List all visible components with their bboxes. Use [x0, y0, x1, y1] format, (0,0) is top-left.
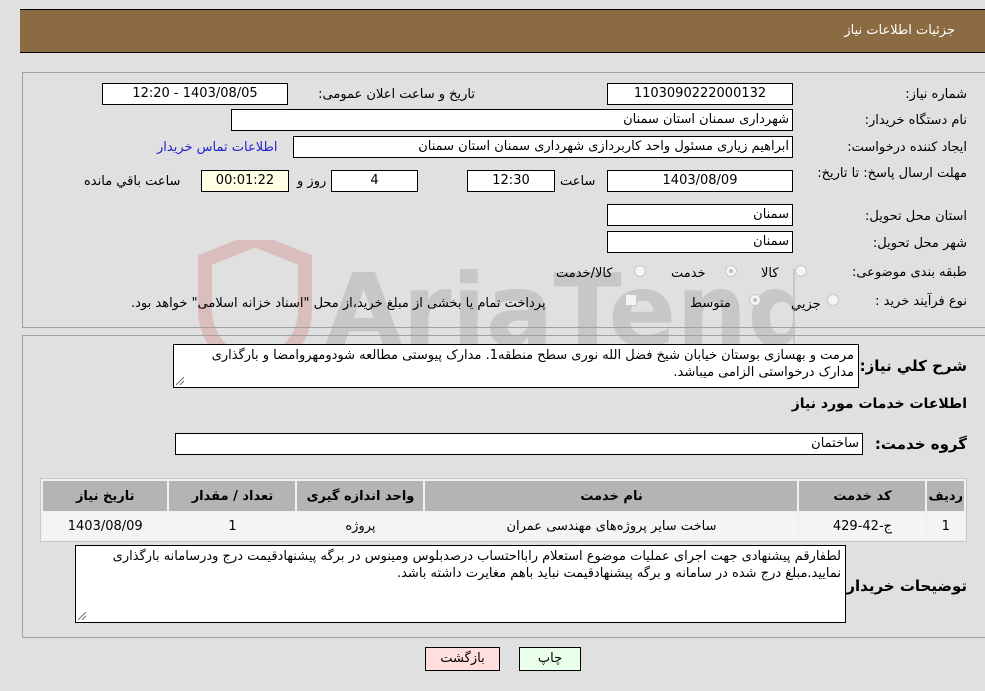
purchase-type-radio-minor[interactable]: [827, 294, 839, 306]
category-option-goods-service: کالا/خدمت: [556, 266, 613, 281]
need-number-field[interactable]: 1103090222000132: [607, 83, 793, 105]
page-header: جزئیات اطلاعات نیاز: [20, 9, 985, 53]
table-header-row: ردیف کد خدمت نام خدمت واحد اندازه گیری ت…: [43, 481, 964, 511]
purchase-type-option-medium: متوسط: [690, 296, 731, 311]
back-button[interactable]: بازگشت: [425, 647, 500, 671]
col-header-service-code: کد خدمت: [799, 481, 926, 511]
print-button[interactable]: چاپ: [519, 647, 581, 671]
buyer-contact-link[interactable]: اطلاعات تماس خریدار: [157, 140, 277, 155]
delivery-province-label: استان محل تحویل:: [865, 209, 967, 224]
col-header-service-name: نام خدمت: [425, 481, 798, 511]
service-group-field[interactable]: ساختمان: [175, 433, 863, 455]
requester-label: ایجاد کننده درخواست:: [847, 140, 967, 155]
buyer-org-field[interactable]: شهرداری سمنان استان سمنان: [231, 109, 793, 131]
category-radio-goods-service[interactable]: [634, 265, 646, 277]
description-textarea[interactable]: مرمت و بهسازی بوستان خیابان شیخ فضل الله…: [173, 344, 859, 388]
days-label: روز و: [297, 174, 327, 189]
category-radio-goods[interactable]: [795, 265, 807, 277]
purchase-type-option-minor: جزیي: [791, 297, 821, 312]
cell-unit: پروژه: [297, 513, 424, 539]
table-row: 1 ج-42-429 ساخت سایر پروژه‌های مهندسی عم…: [43, 513, 964, 539]
deadline-time-label: ساعت: [560, 174, 596, 189]
cell-service-name: ساخت سایر پروژه‌های مهندسی عمران: [425, 513, 798, 539]
services-table: ردیف کد خدمت نام خدمت واحد اندازه گیری ت…: [40, 478, 967, 542]
announce-datetime-field[interactable]: 1403/08/05 - 12:20: [102, 83, 288, 105]
delivery-city-field[interactable]: سمنان: [607, 231, 793, 253]
buyer-notes-text: لطفارقم پیشنهادی جهت اجرای عملیات موضوع …: [112, 549, 841, 581]
deadline-date-field[interactable]: 1403/08/09: [607, 170, 793, 192]
description-text: مرمت و بهسازی بوستان خیابان شیخ فضل الله…: [211, 348, 854, 380]
col-header-need-date: تاریخ نیاز: [43, 481, 168, 511]
remaining-time-label: ساعت باقي مانده: [84, 174, 181, 189]
col-header-row-number: ردیف: [927, 481, 964, 511]
buyer-notes-textarea[interactable]: لطفارقم پیشنهادی جهت اجرای عملیات موضوع …: [75, 545, 846, 623]
buyer-notes-label: توضیحات خریدار:: [840, 577, 967, 595]
cell-need-date: 1403/08/09: [43, 513, 168, 539]
remaining-time-field: 00:01:22: [201, 170, 289, 192]
description-label: شرح کلي نیاز:: [859, 357, 967, 375]
treasury-checkbox[interactable]: [625, 294, 637, 306]
cell-service-code: ج-42-429: [799, 513, 926, 539]
cell-quantity: 1: [169, 513, 296, 539]
days-remaining-field[interactable]: 4: [331, 170, 418, 192]
purchase-type-label: نوع فرآیند خرید :: [875, 294, 967, 309]
page-title: جزئیات اطلاعات نیاز: [844, 23, 955, 38]
buyer-org-label: نام دستگاه خریدار:: [864, 113, 967, 128]
purchase-type-radio-medium[interactable]: [749, 294, 761, 306]
category-radio-service[interactable]: [725, 265, 737, 277]
services-section-title: اطلاعات خدمات مورد نیاز: [791, 396, 967, 412]
service-group-label: گروه خدمت:: [874, 435, 967, 453]
announce-datetime-label: تاریخ و ساعت اعلان عمومی:: [318, 87, 475, 102]
delivery-province-field[interactable]: سمنان: [607, 204, 793, 226]
cell-row-number: 1: [927, 513, 964, 539]
category-label: طبقه بندی موضوعی:: [851, 265, 967, 280]
treasury-note: پرداخت تمام یا بخشی از مبلغ خرید،از محل …: [131, 296, 546, 311]
col-header-quantity: تعداد / مقدار: [169, 481, 296, 511]
deadline-time-field[interactable]: 12:30: [467, 170, 555, 192]
requester-field[interactable]: ابراهیم زیاری مسئول واحد کاربردازی شهردا…: [293, 136, 793, 158]
need-number-label: شماره نیاز:: [905, 87, 967, 102]
col-header-unit: واحد اندازه گیری: [297, 481, 424, 511]
deadline-label: مهلت ارسال پاسخ: تا تاریخ:: [817, 166, 967, 181]
resize-grip-icon[interactable]: [78, 612, 86, 620]
resize-grip-icon[interactable]: [176, 377, 184, 385]
delivery-city-label: شهر محل تحویل:: [872, 236, 967, 251]
category-option-service: خدمت: [671, 266, 706, 281]
category-option-goods: کالا: [761, 266, 779, 281]
